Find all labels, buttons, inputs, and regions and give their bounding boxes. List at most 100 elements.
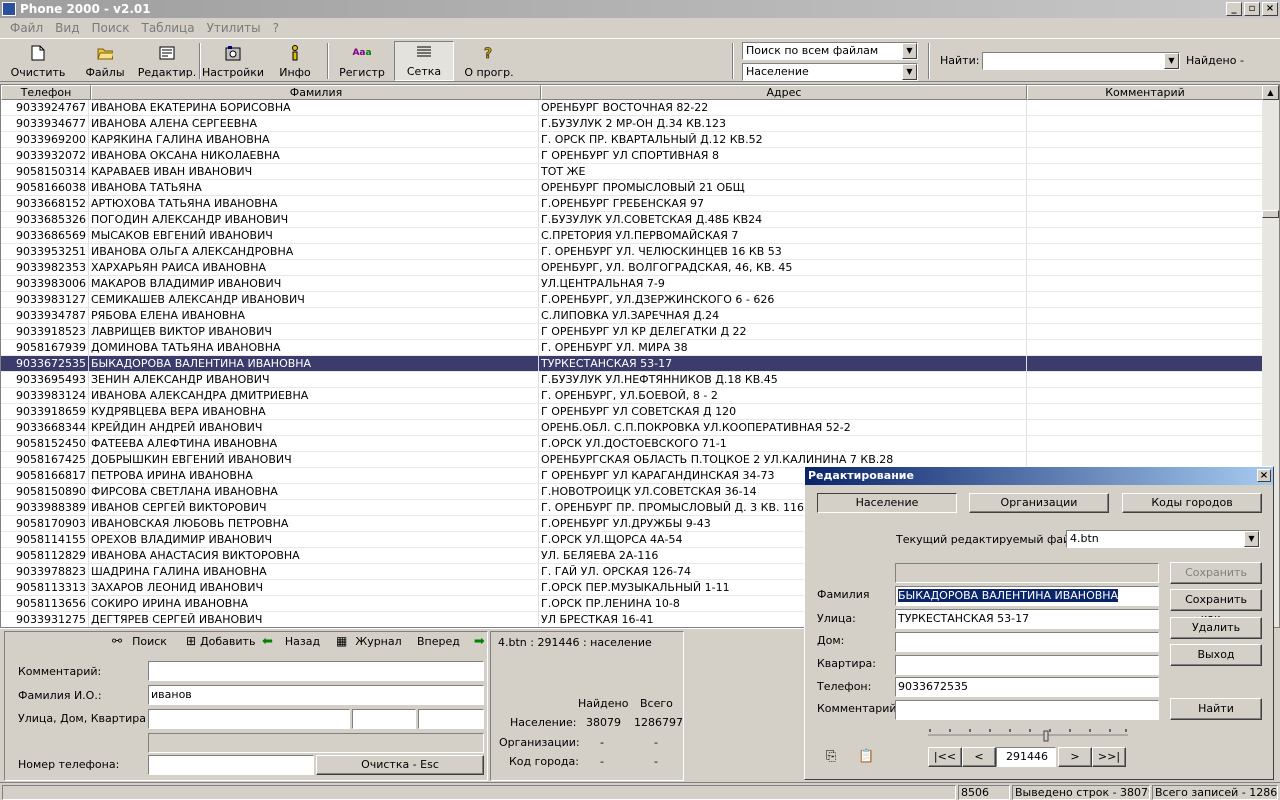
comment-input[interactable] xyxy=(148,661,484,681)
street-input[interactable] xyxy=(148,709,350,729)
menu-utilities[interactable]: Утилиты xyxy=(201,21,267,35)
back-button[interactable]: ⬅ Назад xyxy=(262,634,320,649)
table-row[interactable]: 9033695493 ЗЕНИН АЛЕКСАНДР ИВАНОВИЧ Г.БУЗУ… xyxy=(1,372,1263,388)
close-button[interactable]: × xyxy=(1262,2,1278,16)
cell-name[interactable]: АРТЮХОВА ТАТЬЯНА ИВАНОВНА xyxy=(89,196,539,211)
editor-street-input[interactable]: ТУРКЕСТАНСКАЯ 53-17 xyxy=(895,609,1159,629)
table-row[interactable]: 9033982353 ХАРХАРЬЯН РАИСА ИВАНОВНА ОРЕНБУ… xyxy=(1,260,1263,276)
cell-name[interactable]: ЛАВРИЩЕВ ВИКТОР ИВАНОВИЧ xyxy=(89,324,539,339)
table-row[interactable]: 9033983124 ИВАНОВА АЛЕКСАНДРА ДМИТРИЕВНА Г… xyxy=(1,388,1263,404)
table-row[interactable]: 9033932072 ИВАНОВА ОКСАНА НИКОЛАЕВНА Г ОРЕ… xyxy=(1,148,1263,164)
current-file-select[interactable]: 4.btn ▼ xyxy=(1066,530,1260,548)
cell-address[interactable]: ТУРКЕСТАНСКАЯ 53-17 xyxy=(539,356,1027,371)
cell-name[interactable]: ИВАНОВСКАЯ ЛЮБОВЬ ПЕТРОВНА xyxy=(89,516,539,531)
cell-name[interactable]: СЕМИКАШЕВ АЛЕКСАНДР ИВАНОВИЧ xyxy=(89,292,539,307)
cell-name[interactable]: КРЕЙДИН АНДРЕЙ ИВАНОВИЧ xyxy=(89,420,539,435)
journal-button[interactable]: ▦ Журнал xyxy=(336,634,402,648)
cell-comment[interactable] xyxy=(1027,180,1263,195)
cell-phone[interactable]: 9033672535 xyxy=(1,356,89,371)
cell-address[interactable]: Г.БУЗУЛУК УЛ.СОВЕТСКАЯ Д.48Б КВ24 xyxy=(539,212,1027,227)
next-record-button[interactable]: > xyxy=(1058,747,1092,767)
menu-table[interactable]: Таблица xyxy=(136,21,201,35)
menu-search[interactable]: Поиск xyxy=(85,21,135,35)
cell-phone[interactable]: 9058170903 xyxy=(1,516,89,531)
table-row[interactable]: 9033969200 КАРЯКИНА ГАЛИНА ИВАНОВНА Г. ОРС… xyxy=(1,132,1263,148)
house-input[interactable] xyxy=(352,709,416,729)
table-row[interactable]: 9058166038 ИВАНОВА ТАТЬЯНА ОРЕНБУРГ ПРОМЫС… xyxy=(1,180,1263,196)
cell-phone[interactable]: 9058150890 xyxy=(1,484,89,499)
column-header-phone[interactable]: Телефон xyxy=(1,85,91,100)
cell-phone[interactable]: 9033982353 xyxy=(1,260,89,275)
minimize-button[interactable]: _ xyxy=(1226,2,1242,16)
find-input[interactable]: ▼ xyxy=(982,52,1180,70)
cell-name[interactable]: ЗАХАРОВ ЛЕОНИД ИВАНОВИЧ xyxy=(89,580,539,595)
cell-phone[interactable]: 9033969200 xyxy=(1,132,89,147)
delete-button[interactable]: Удалить xyxy=(1170,617,1262,639)
clear-esc-button[interactable]: Очистка - Esc xyxy=(316,755,484,775)
cell-phone[interactable]: 9033668152 xyxy=(1,196,89,211)
prev-record-button[interactable]: < xyxy=(962,747,996,767)
table-row[interactable]: 9033672535 БЫКАДОРОВА ВАЛЕНТИНА ИВАНОВНА Т… xyxy=(1,356,1263,372)
cell-comment[interactable] xyxy=(1027,356,1263,371)
cell-phone[interactable]: 9033918659 xyxy=(1,404,89,419)
cell-comment[interactable] xyxy=(1027,372,1263,387)
cell-phone[interactable]: 9033918523 xyxy=(1,324,89,339)
editor-apartment-input[interactable] xyxy=(895,655,1159,675)
cell-comment[interactable] xyxy=(1027,388,1263,403)
column-header-comment[interactable]: Комментарий xyxy=(1027,85,1263,100)
cell-comment[interactable] xyxy=(1027,340,1263,355)
copy-icon[interactable]: ⎘ xyxy=(826,749,836,764)
cell-phone[interactable]: 9033978823 xyxy=(1,564,89,579)
table-row[interactable]: 9033934787 РЯБОВА ЕЛЕНА ИВАНОВНА С.ЛИПОВКА… xyxy=(1,308,1263,324)
cell-name[interactable]: ИВАНОВА ОКСАНА НИКОЛАЕВНА xyxy=(89,148,539,163)
save-button[interactable]: Сохранить xyxy=(1170,562,1262,584)
cell-comment[interactable] xyxy=(1027,116,1263,131)
record-number-input[interactable]: 291446 xyxy=(996,747,1056,767)
cell-name[interactable]: МЫСАКОВ ЕВГЕНИЙ ИВАНОВИЧ xyxy=(89,228,539,243)
table-row[interactable]: 9033924767 ИВАНОВА ЕКАТЕРИНА БОРИСОВНА ОРЕ… xyxy=(1,100,1263,116)
cell-phone[interactable]: 9033932072 xyxy=(1,148,89,163)
cell-phone[interactable]: 9058112829 xyxy=(1,548,89,563)
cell-name[interactable]: ЗЕНИН АЛЕКСАНДР ИВАНОВИЧ xyxy=(89,372,539,387)
cell-name[interactable]: СОКИРО ИРИНА ИВАНОВНА xyxy=(89,596,539,611)
cell-phone[interactable]: 9058114155 xyxy=(1,532,89,547)
cell-name[interactable]: ДОБРЫШКИН ЕВГЕНИЙ ИВАНОВИЧ xyxy=(89,452,539,467)
exit-button[interactable]: Выход xyxy=(1170,644,1262,666)
cell-address[interactable]: Г. ОРЕНБУРГ УЛ. ЧЕЛЮСКИНЦЕВ 16 КВ 53 xyxy=(539,244,1027,259)
settings-button[interactable]: Настройки xyxy=(202,41,264,81)
cell-phone[interactable]: 9033686569 xyxy=(1,228,89,243)
cell-phone[interactable]: 9033983124 xyxy=(1,388,89,403)
cell-phone[interactable]: 9058113313 xyxy=(1,580,89,595)
table-row[interactable]: 9033983127 СЕМИКАШЕВ АЛЕКСАНДР ИВАНОВИЧ Г.… xyxy=(1,292,1263,308)
cell-name[interactable]: КАРАВАЕВ ИВАН ИВАНОВИЧ xyxy=(89,164,539,179)
grid-button[interactable]: Сетка xyxy=(394,41,454,81)
cell-address[interactable]: Г ОРЕНБУРГ УЛ КР ДЕЛЕГАТКИ Д 22 xyxy=(539,324,1027,339)
table-row[interactable]: 9058167939 ДОМИНОВА ТАТЬЯНА ИВАНОВНА Г. ОР… xyxy=(1,340,1263,356)
tab-population[interactable]: Население xyxy=(817,493,957,513)
editor-comment-input[interactable] xyxy=(895,700,1159,720)
cell-name[interactable]: ОРЕХОВ ВЛАДИМИР ИВАНОВИЧ xyxy=(89,532,539,547)
cell-phone[interactable]: 9058152450 xyxy=(1,436,89,451)
menu-file[interactable]: Файл xyxy=(4,21,49,35)
paste-icon[interactable]: 📋 xyxy=(858,749,874,764)
cell-name[interactable]: ФАТЕЕВА АЛЕФТИНА ИВАНОВНА xyxy=(89,436,539,451)
cell-address[interactable]: Г ОРЕНБУРГ УЛ СОВЕТСКАЯ Д 120 xyxy=(539,404,1027,419)
cell-name[interactable]: ПОГОДИН АЛЕКСАНДР ИВАНОВИЧ xyxy=(89,212,539,227)
case-button[interactable]: Aa a Регистр xyxy=(334,41,390,81)
files-button[interactable]: Файлы xyxy=(76,41,134,81)
table-row[interactable]: 9058150314 КАРАВАЕВ ИВАН ИВАНОВИЧ ТОТ ЖЕ xyxy=(1,164,1263,180)
cell-comment[interactable] xyxy=(1027,420,1263,435)
cell-address[interactable]: С.ЛИПОВКА УЛ.ЗАРЕЧНАЯ Д.24 xyxy=(539,308,1027,323)
menu-view[interactable]: Вид xyxy=(49,21,85,35)
cell-phone[interactable]: 9058166038 xyxy=(1,180,89,195)
cell-address[interactable]: ТОТ ЖЕ xyxy=(539,164,1027,179)
cell-name[interactable]: ИВАНОВА ЕКАТЕРИНА БОРИСОВНА xyxy=(89,100,539,115)
cell-name[interactable]: ХАРХАРЬЯН РАИСА ИВАНОВНА xyxy=(89,260,539,275)
table-row[interactable]: 9033668344 КРЕЙДИН АНДРЕЙ ИВАНОВИЧ ОРЕНБ.О… xyxy=(1,420,1263,436)
cell-comment[interactable] xyxy=(1027,244,1263,259)
cell-comment[interactable] xyxy=(1027,260,1263,275)
table-row[interactable]: 9033668152 АРТЮХОВА ТАТЬЯНА ИВАНОВНА Г.ОРЕ… xyxy=(1,196,1263,212)
cell-address[interactable]: Г. ОРЕНБУРГ УЛ. МИРА 38 xyxy=(539,340,1027,355)
cell-address[interactable]: С.ПРЕТОРИЯ УЛ.ПЕРВОМАЙСКАЯ 7 xyxy=(539,228,1027,243)
apartment-input[interactable] xyxy=(418,709,484,729)
